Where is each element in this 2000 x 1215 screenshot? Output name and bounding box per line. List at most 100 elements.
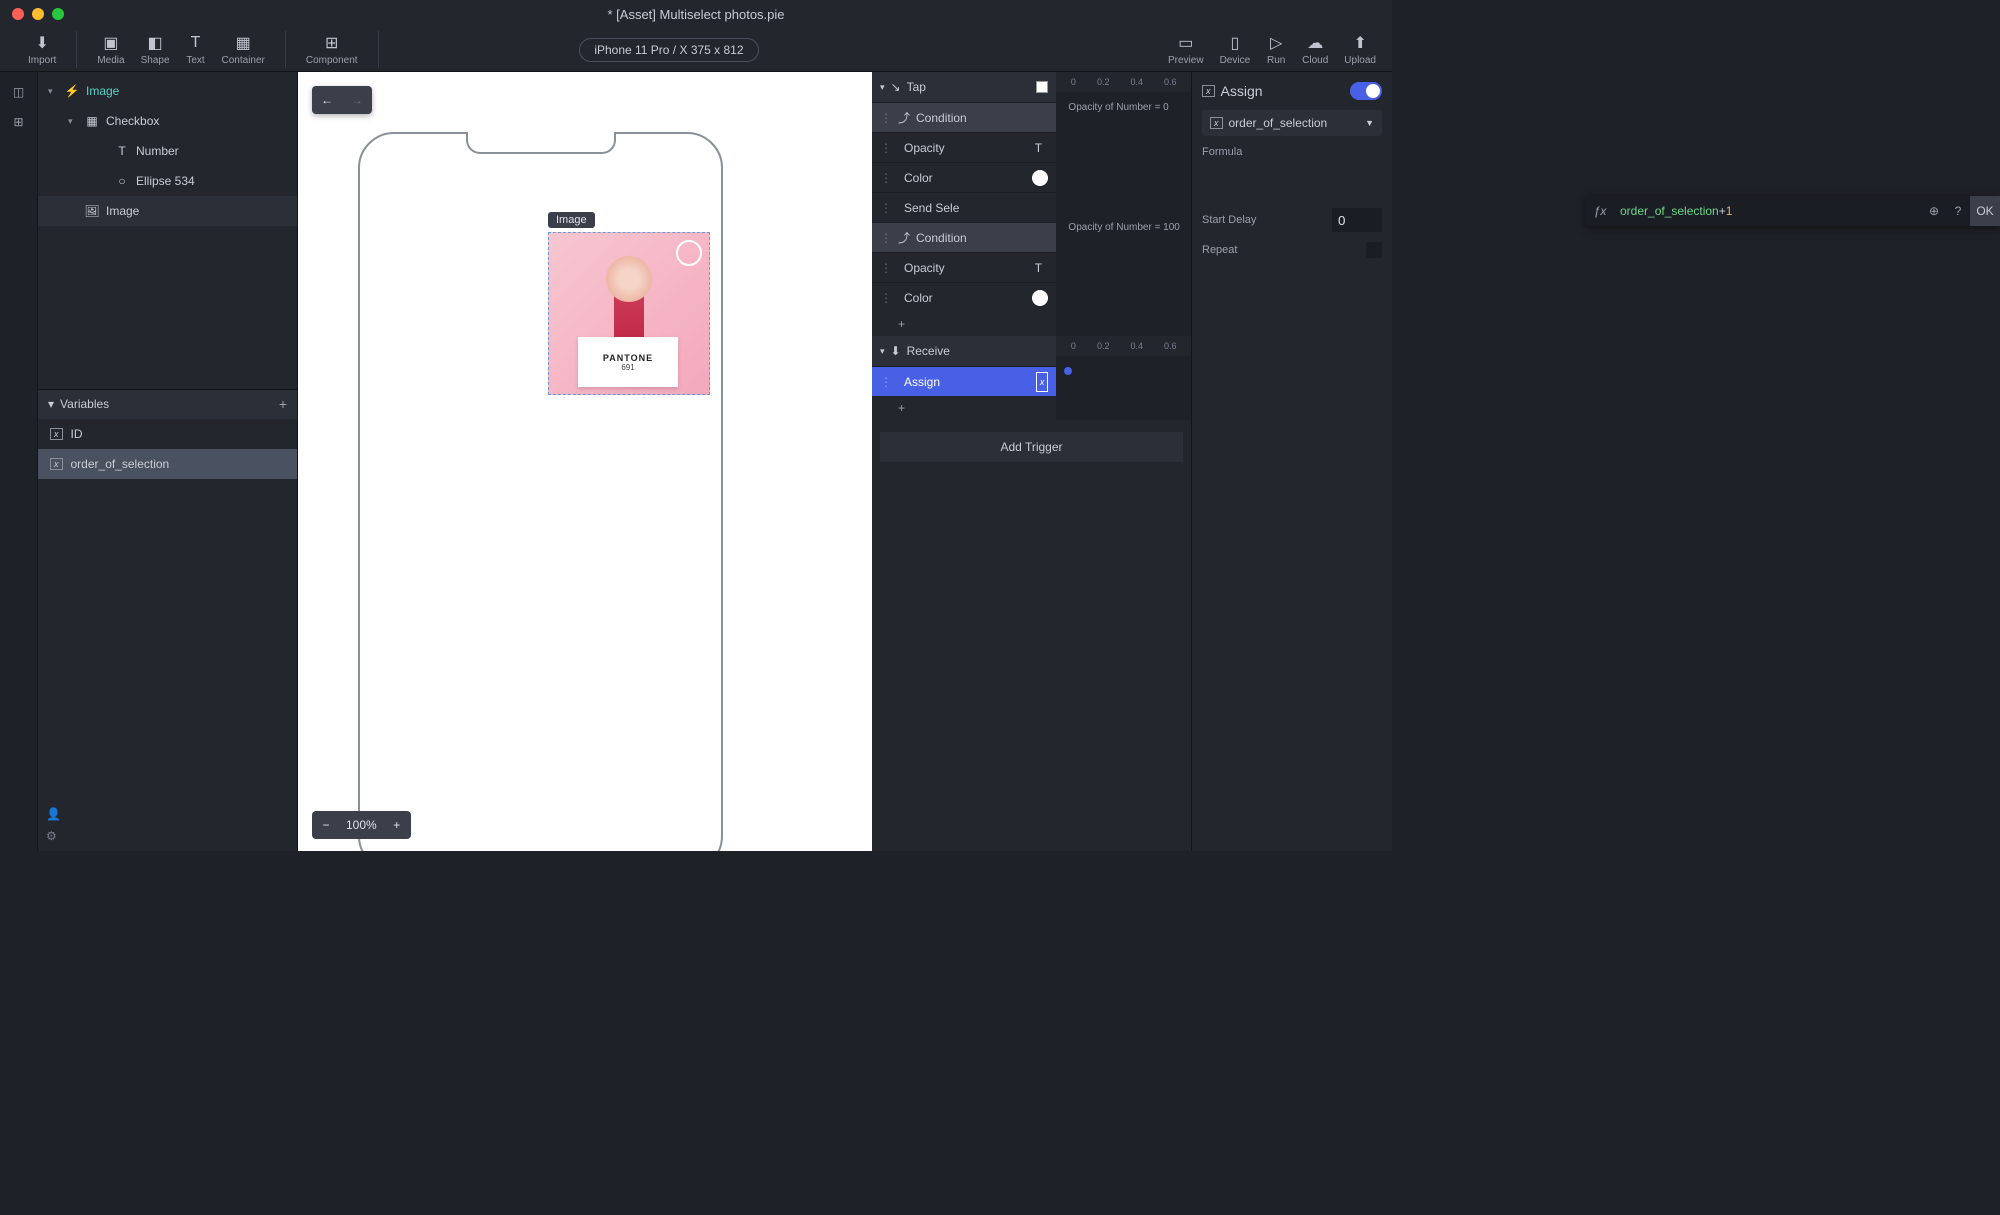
phone-icon: ▯ [1225, 33, 1245, 53]
download-icon: ⬇ [32, 33, 52, 53]
fx-icon: ƒx [1586, 204, 1614, 218]
media-button[interactable]: ▣ Media [89, 31, 132, 68]
cloud-icon: ☁ [1305, 33, 1325, 53]
container-icon: ▦ [233, 33, 253, 53]
add-action-button[interactable]: + [872, 396, 1056, 420]
add-formula-icon[interactable]: ⊕ [1922, 199, 1946, 223]
minimize-icon[interactable] [32, 8, 44, 20]
interactions-panel: ▾↘Tap⋮⤴Condition⋮OpacityT⋮Color⋮Send Sel… [872, 72, 1192, 851]
trigger-header-tap[interactable]: ▾↘Tap [872, 72, 1056, 102]
start-delay-input[interactable] [1332, 208, 1382, 232]
action-row-color[interactable]: ⋮Color [872, 162, 1056, 192]
formula-bar: ƒx order_of_selection+1 ⊕ ? OK [1586, 196, 2000, 226]
upload-button[interactable]: ⬆ Upload [1336, 31, 1384, 68]
zoom-control: − 100% + [312, 811, 411, 839]
ok-button[interactable]: OK [1970, 196, 2000, 226]
action-icon: ⤴ [898, 109, 910, 126]
action-row-condition[interactable]: ⋮⤴Condition [872, 222, 1056, 252]
chevron-down-icon: ▼ [1365, 118, 1374, 128]
play-icon: ▣ [101, 33, 121, 53]
action-row-assign[interactable]: ⋮Assignx [872, 366, 1056, 396]
trigger-icon: ↘ [891, 80, 901, 94]
grip-icon: ⋮ [880, 261, 892, 275]
layer-row-1[interactable]: ▾▦Checkbox [38, 106, 297, 136]
layers-sidebar: ▾⚡Image▾▦CheckboxTNumber○Ellipse 534🖼Ima… [38, 72, 298, 851]
titlebar: * [Asset] Multiselect photos.pie [0, 0, 1392, 28]
back-button[interactable]: ← [312, 86, 342, 114]
plus-icon: ⊞ [322, 33, 342, 53]
grip-icon: ⋮ [880, 171, 892, 185]
variables-header[interactable]: ▾Variables + [38, 389, 297, 419]
grip-icon: ⋮ [880, 291, 892, 305]
canvas-nav: ← → [312, 86, 372, 114]
formula-input[interactable]: order_of_selection+1 [1614, 204, 1922, 218]
preview-button[interactable]: ▭ Preview [1160, 31, 1212, 68]
device-selector[interactable]: iPhone 11 Pro / X 375 x 812 [579, 38, 758, 62]
selected-layer[interactable]: Image PANTONE 691 [548, 232, 710, 395]
zoom-out-button[interactable]: − [312, 818, 340, 832]
action-row-send-sele[interactable]: ⋮Send Sele [872, 192, 1056, 222]
assign-header: x Assign [1202, 82, 1382, 100]
action-row-condition[interactable]: ⋮⤴Condition [872, 102, 1056, 132]
layer-row-0[interactable]: ▾⚡Image [38, 76, 297, 106]
add-trigger-button[interactable]: Add Trigger [880, 432, 1183, 462]
import-button[interactable]: ⬇ Import [20, 31, 64, 68]
run-button[interactable]: ▷ Run [1258, 31, 1294, 68]
zoom-value[interactable]: 100% [340, 818, 383, 832]
timeline-keyframe[interactable] [1064, 367, 1072, 375]
variable-icon: x [50, 428, 63, 440]
color-icon [1032, 290, 1048, 306]
enabled-toggle[interactable] [1350, 82, 1382, 100]
panels-icon[interactable]: ◫ [9, 82, 29, 102]
circle-icon: ○ [114, 173, 130, 189]
add-variable-icon[interactable]: + [279, 396, 287, 412]
cloud-button[interactable]: ☁ Cloud [1294, 31, 1336, 68]
shape-icon: ◧ [145, 33, 165, 53]
component-button[interactable]: ⊞ Component [298, 31, 366, 68]
variable-icon: x [1210, 117, 1223, 129]
grip-icon: ⋮ [880, 111, 892, 125]
trigger-icon: ⬇ [891, 344, 901, 358]
shape-button[interactable]: ◧ Shape [133, 31, 178, 68]
repeat-checkbox[interactable] [1366, 242, 1382, 258]
timeline-ruler: 00.20.40.6 [1056, 72, 1191, 92]
selection-outline [548, 232, 710, 395]
grip-icon: ⋮ [880, 141, 892, 155]
selection-label: Image [548, 212, 595, 228]
action-row-opacity[interactable]: ⋮OpacityT [872, 132, 1056, 162]
bolt-icon: ⚡ [64, 83, 80, 99]
user-icon[interactable]: 👤 [46, 807, 289, 821]
zoom-in-button[interactable]: + [383, 818, 411, 832]
action-icon: ⤴ [898, 229, 910, 246]
close-icon[interactable] [12, 8, 24, 20]
container-button[interactable]: ▦ Container [214, 31, 273, 68]
variable-select[interactable]: x order_of_selection ▼ [1202, 110, 1382, 136]
variable-row-0[interactable]: xID [38, 419, 297, 449]
device-button[interactable]: ▯ Device [1212, 31, 1259, 68]
grip-icon: ⋮ [880, 201, 892, 215]
help-icon[interactable]: ? [1946, 199, 1970, 223]
layer-row-4[interactable]: 🖼Image [38, 196, 297, 226]
trigger-header-receive[interactable]: ▾⬇Receive [872, 336, 1056, 366]
variable-row-1[interactable]: xorder_of_selection [38, 449, 297, 479]
color-swatch[interactable] [1036, 81, 1048, 93]
add-action-button[interactable]: + [872, 312, 1056, 336]
play-triangle-icon: ▷ [1266, 33, 1286, 53]
grip-icon: ⋮ [880, 231, 892, 245]
forward-button[interactable]: → [342, 86, 372, 114]
layer-row-2[interactable]: TNumber [38, 136, 297, 166]
properties-panel: x Assign x order_of_selection ▼ Formula … [1192, 72, 1392, 851]
window-title: * [Asset] Multiselect photos.pie [607, 7, 784, 22]
start-delay-label: Start Delay [1202, 214, 1256, 226]
canvas[interactable]: ← → Image PANTONE 691 − 100% + [298, 72, 872, 851]
text-button[interactable]: T Text [178, 31, 214, 68]
zoom-icon[interactable] [52, 8, 64, 20]
settings-icon[interactable]: ⚙ [46, 829, 289, 843]
variable-icon: x [1036, 372, 1049, 392]
action-row-opacity[interactable]: ⋮OpacityT [872, 252, 1056, 282]
upload-icon: ⬆ [1350, 33, 1370, 53]
color-icon [1032, 170, 1048, 186]
action-row-color[interactable]: ⋮Color [872, 282, 1056, 312]
add-page-icon[interactable]: ⊞ [9, 112, 29, 132]
layer-row-3[interactable]: ○Ellipse 534 [38, 166, 297, 196]
